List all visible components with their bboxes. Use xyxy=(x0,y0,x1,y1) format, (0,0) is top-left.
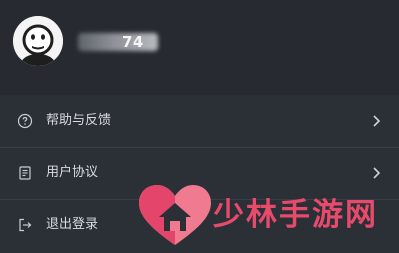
help-circle-icon xyxy=(17,113,33,129)
menu-item-label: 用户协议 xyxy=(46,165,99,180)
avatar-face-icon xyxy=(13,16,63,66)
watermark: 少林手游网 xyxy=(137,183,399,249)
profile-header: 74 xyxy=(0,0,399,95)
heart-house-logo-icon xyxy=(139,185,211,245)
document-icon xyxy=(19,166,31,180)
chevron-right-icon xyxy=(373,115,381,127)
menu-item-help-feedback[interactable]: 帮助与反馈 xyxy=(0,96,399,148)
avatar[interactable] xyxy=(13,16,63,66)
username-blur-mask xyxy=(78,33,158,51)
chevron-right-icon xyxy=(373,167,381,179)
username-visible-suffix: 74 xyxy=(122,33,144,51)
watermark-text: 少林手游网 xyxy=(213,197,378,233)
username: 74 xyxy=(78,31,188,53)
menu-item-label: 帮助与反馈 xyxy=(46,113,112,128)
logout-icon xyxy=(19,218,32,232)
menu-item-label: 退出登录 xyxy=(46,217,99,232)
